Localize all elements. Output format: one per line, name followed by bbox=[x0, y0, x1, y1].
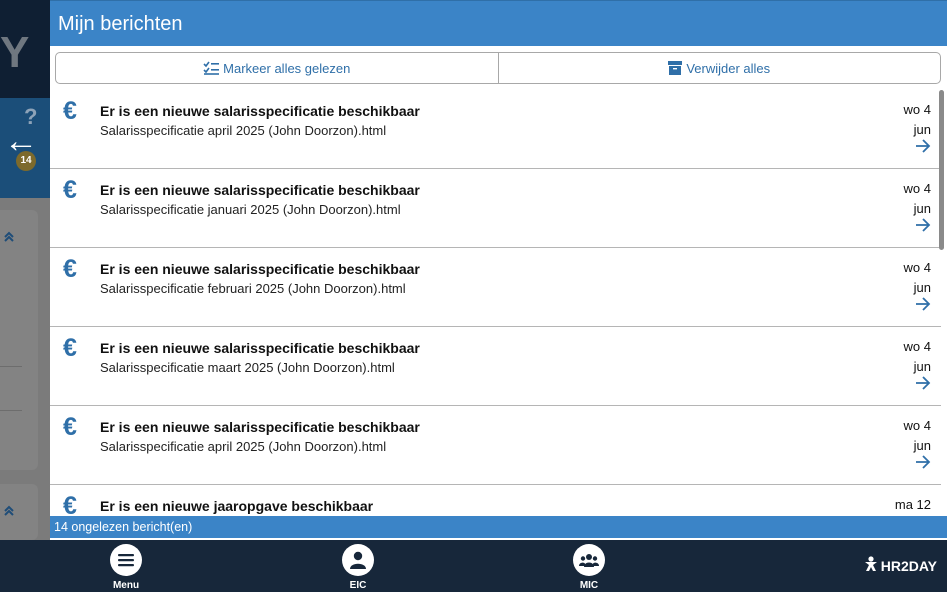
message-subtitle: Salarisspecificatie februari 2025 (John … bbox=[100, 281, 406, 296]
message-item[interactable]: € Er is een nieuwe salarisspecificatie b… bbox=[50, 406, 941, 485]
arrow-right-icon[interactable] bbox=[915, 297, 931, 316]
message-subtitle: Salarisspecificatie januari 2025 (John D… bbox=[100, 202, 401, 217]
arrow-right-icon[interactable] bbox=[915, 376, 931, 395]
checklist-icon bbox=[203, 61, 220, 75]
message-date-month: jun bbox=[913, 201, 931, 216]
collapse-chevron-icon bbox=[3, 230, 15, 246]
message-date-month: jun bbox=[913, 122, 931, 137]
group-icon bbox=[573, 544, 605, 576]
message-item[interactable]: € Er is een nieuwe salarisspecificatie b… bbox=[50, 327, 941, 406]
dialog-title: Mijn berichten bbox=[58, 13, 183, 35]
background-card bbox=[0, 484, 38, 540]
dialog-toolbar: Markeer alles gelezen Verwijder alles bbox=[55, 52, 941, 84]
euro-icon: € bbox=[63, 334, 77, 362]
person-icon bbox=[342, 544, 374, 576]
brand-figure-icon bbox=[864, 556, 878, 575]
message-title: Er is een nieuwe salarisspecificatie bes… bbox=[100, 419, 420, 435]
message-title: Er is een nieuwe jaaropgave beschikbaar bbox=[100, 498, 374, 514]
message-title: Er is een nieuwe salarisspecificatie bes… bbox=[100, 340, 420, 356]
bottom-nav: Menu EIC MIC bbox=[0, 540, 947, 592]
background-divider bbox=[0, 410, 22, 411]
dialog-header: Mijn berichten bbox=[50, 0, 947, 46]
euro-icon: € bbox=[63, 492, 77, 516]
notification-badge: 14 bbox=[16, 151, 36, 171]
message-list-scrollbar[interactable] bbox=[939, 90, 944, 250]
messages-dialog: Mijn berichten Markeer alles gelezen Ver… bbox=[50, 0, 947, 540]
unread-count-text: 14 ongelezen bericht(en) bbox=[54, 520, 193, 534]
unread-status-bar: 14 ongelezen bericht(en) bbox=[50, 516, 947, 538]
message-date-day: wo 4 bbox=[903, 181, 931, 196]
nav-label-mic: MIC bbox=[579, 580, 599, 591]
archive-icon bbox=[668, 61, 683, 75]
arrow-right-icon[interactable] bbox=[915, 455, 931, 474]
message-date-day: ma 12 bbox=[894, 497, 931, 512]
background-logo: Y bbox=[0, 28, 29, 77]
message-list: € Er is een nieuwe salarisspecificatie b… bbox=[50, 90, 941, 516]
message-date-month: jun bbox=[913, 438, 931, 453]
nav-label-menu: Menu bbox=[112, 580, 140, 591]
message-title: Er is een nieuwe salarisspecificatie bes… bbox=[100, 103, 420, 119]
mark-all-read-label: Markeer alles gelezen bbox=[223, 60, 351, 76]
brand-logo: HR2DAY bbox=[864, 556, 937, 575]
background-card bbox=[0, 210, 38, 470]
message-date-day: wo 4 bbox=[903, 339, 931, 354]
nav-item-menu[interactable]: Menu bbox=[96, 544, 156, 591]
arrow-right-icon[interactable] bbox=[915, 139, 931, 158]
message-item[interactable]: € Er is een nieuwe salarisspecificatie b… bbox=[50, 90, 941, 169]
message-item[interactable]: € Er is een nieuwe salarisspecificatie b… bbox=[50, 169, 941, 248]
euro-icon: € bbox=[63, 255, 77, 283]
message-subtitle: Salarisspecificatie maart 2025 (John Doo… bbox=[100, 360, 395, 375]
delete-all-button[interactable]: Verwijder alles bbox=[497, 53, 941, 83]
euro-icon: € bbox=[63, 176, 77, 204]
message-item[interactable]: € Er is een nieuwe salarisspecificatie b… bbox=[50, 248, 941, 327]
message-date-month: jun bbox=[913, 280, 931, 295]
nav-item-mic[interactable]: MIC bbox=[559, 544, 619, 591]
message-date-day: wo 4 bbox=[903, 418, 931, 433]
arrow-right-icon[interactable] bbox=[915, 218, 931, 237]
message-title: Er is een nieuwe salarisspecificatie bes… bbox=[100, 182, 420, 198]
brand-name: HR2DAY bbox=[880, 557, 937, 574]
mark-all-read-button[interactable]: Markeer alles gelezen bbox=[56, 53, 498, 83]
background-divider bbox=[0, 366, 22, 367]
message-item[interactable]: € Er is een nieuwe jaaropgave beschikbaa… bbox=[50, 485, 941, 516]
message-subtitle: Salarisspecificatie april 2025 (John Doo… bbox=[100, 439, 387, 454]
hamburger-icon bbox=[110, 544, 142, 576]
background-header: Y bbox=[0, 0, 50, 98]
delete-all-label: Verwijder alles bbox=[686, 60, 771, 76]
message-date-month: jun bbox=[913, 359, 931, 374]
message-date-day: wo 4 bbox=[903, 102, 931, 117]
nav-label-eic: EIC bbox=[349, 580, 367, 591]
collapse-chevron-icon bbox=[3, 504, 15, 520]
euro-icon: € bbox=[63, 413, 77, 441]
nav-item-eic[interactable]: EIC bbox=[328, 544, 388, 591]
message-date-day: wo 4 bbox=[903, 260, 931, 275]
euro-icon: € bbox=[63, 97, 77, 125]
message-title: Er is een nieuwe salarisspecificatie bes… bbox=[100, 261, 420, 277]
message-subtitle: Salarisspecificatie april 2025 (John Doo… bbox=[100, 123, 387, 138]
